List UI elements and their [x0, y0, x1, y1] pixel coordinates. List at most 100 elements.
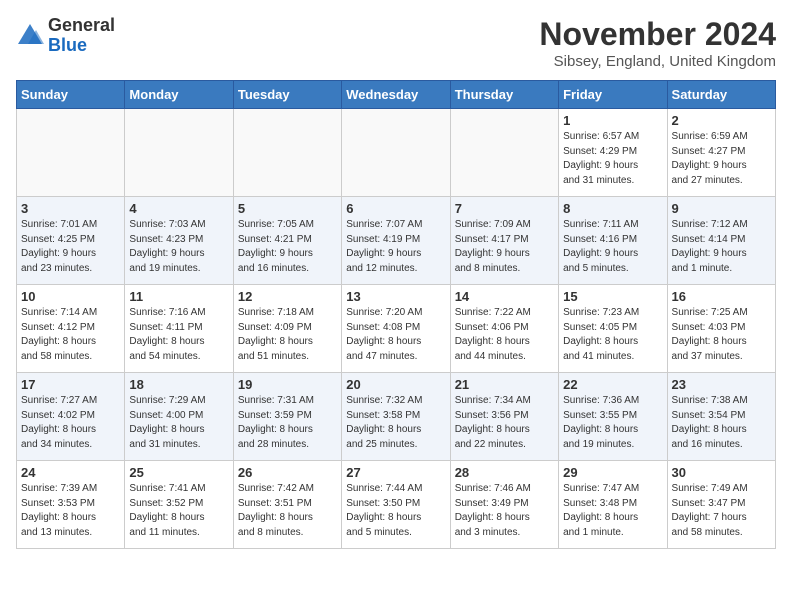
calendar-cell: 7 Sunrise: 7:09 AM Sunset: 4:17 PM Daylig… [450, 197, 558, 285]
day-info: Sunrise: 7:16 AM Sunset: 4:11 PM Dayligh… [129, 306, 228, 364]
location: Sibsey, England, United Kingdom [539, 53, 776, 70]
day-number: 6 [346, 201, 445, 216]
day-info: Sunrise: 7:14 AM Sunset: 4:12 PM Dayligh… [21, 306, 120, 364]
calendar-table: SundayMondayTuesdayWednesdayThursdayFrid… [16, 80, 776, 549]
day-info: Sunrise: 7:22 AM Sunset: 4:06 PM Dayligh… [455, 306, 554, 364]
day-number: 25 [129, 465, 228, 480]
day-info: Sunrise: 6:57 AM Sunset: 4:29 PM Dayligh… [563, 130, 662, 188]
calendar-cell: 10 Sunrise: 7:14 AM Sunset: 4:12 PM Dayli… [17, 285, 125, 373]
day-info: Sunrise: 7:31 AM Sunset: 3:59 PM Dayligh… [238, 394, 337, 452]
calendar-cell [450, 109, 558, 197]
day-number: 9 [672, 201, 771, 216]
calendar-cell: 28Sunrise: 7:46 AM Sunset: 3:49 PM Dayli… [450, 461, 558, 549]
calendar-cell: 19 Sunrise: 7:31 AM Sunset: 3:59 PM Dayli… [233, 373, 341, 461]
day-info: Sunrise: 7:23 AM Sunset: 4:05 PM Dayligh… [563, 306, 662, 364]
calendar-cell: 22 Sunrise: 7:36 AM Sunset: 3:55 PM Dayli… [559, 373, 667, 461]
calendar-cell: 5 Sunrise: 7:05 AM Sunset: 4:21 PM Daylig… [233, 197, 341, 285]
day-info: Sunrise: 7:03 AM Sunset: 4:23 PM Dayligh… [129, 218, 228, 276]
day-number: 30 [672, 465, 771, 480]
calendar-cell: 29Sunrise: 7:47 AM Sunset: 3:48 PM Dayli… [559, 461, 667, 549]
day-number: 15 [563, 289, 662, 304]
day-info: Sunrise: 7:42 AM Sunset: 3:51 PM Dayligh… [238, 482, 337, 540]
day-number: 24 [21, 465, 120, 480]
day-number: 10 [21, 289, 120, 304]
day-info: Sunrise: 6:59 AM Sunset: 4:27 PM Dayligh… [672, 130, 771, 188]
calendar-cell: 23Sunrise: 7:38 AM Sunset: 3:54 PM Dayli… [667, 373, 775, 461]
day-number: 7 [455, 201, 554, 216]
calendar-cell: 16Sunrise: 7:25 AM Sunset: 4:03 PM Dayli… [667, 285, 775, 373]
month-title: November 2024 [539, 16, 776, 53]
day-info: Sunrise: 7:09 AM Sunset: 4:17 PM Dayligh… [455, 218, 554, 276]
title-block: November 2024 Sibsey, England, United Ki… [539, 16, 776, 70]
day-number: 20 [346, 377, 445, 392]
column-header-sunday: Sunday [17, 81, 125, 109]
calendar-cell: 8 Sunrise: 7:11 AM Sunset: 4:16 PM Daylig… [559, 197, 667, 285]
day-info: Sunrise: 7:27 AM Sunset: 4:02 PM Dayligh… [21, 394, 120, 452]
logo: General Blue [16, 16, 115, 56]
calendar-week-4: 17Sunrise: 7:27 AM Sunset: 4:02 PM Dayli… [17, 373, 776, 461]
calendar-cell: 11 Sunrise: 7:16 AM Sunset: 4:11 PM Dayli… [125, 285, 233, 373]
column-header-friday: Friday [559, 81, 667, 109]
calendar-week-5: 24 Sunrise: 7:39 AM Sunset: 3:53 PM Dayli… [17, 461, 776, 549]
calendar-week-2: 3 Sunrise: 7:01 AM Sunset: 4:25 PM Daylig… [17, 197, 776, 285]
day-number: 11 [129, 289, 228, 304]
day-info: Sunrise: 7:47 AM Sunset: 3:48 PM Dayligh… [563, 482, 662, 540]
calendar-cell: 1Sunrise: 6:57 AM Sunset: 4:29 PM Daylig… [559, 109, 667, 197]
day-number: 4 [129, 201, 228, 216]
day-info: Sunrise: 7:44 AM Sunset: 3:50 PM Dayligh… [346, 482, 445, 540]
calendar-cell: 6 Sunrise: 7:07 AM Sunset: 4:19 PM Daylig… [342, 197, 450, 285]
day-info: Sunrise: 7:41 AM Sunset: 3:52 PM Dayligh… [129, 482, 228, 540]
calendar-cell: 18 Sunrise: 7:29 AM Sunset: 4:00 PM Dayli… [125, 373, 233, 461]
calendar-cell: 30Sunrise: 7:49 AM Sunset: 3:47 PM Dayli… [667, 461, 775, 549]
calendar-cell [233, 109, 341, 197]
day-info: Sunrise: 7:39 AM Sunset: 3:53 PM Dayligh… [21, 482, 120, 540]
day-info: Sunrise: 7:05 AM Sunset: 4:21 PM Dayligh… [238, 218, 337, 276]
page-header: General Blue November 2024 Sibsey, Engla… [16, 16, 776, 70]
day-number: 19 [238, 377, 337, 392]
calendar-cell [342, 109, 450, 197]
day-number: 16 [672, 289, 771, 304]
day-number: 13 [346, 289, 445, 304]
calendar-cell: 9 Sunrise: 7:12 AM Sunset: 4:14 PM Daylig… [667, 197, 775, 285]
day-number: 2 [672, 113, 771, 128]
column-header-thursday: Thursday [450, 81, 558, 109]
day-info: Sunrise: 7:32 AM Sunset: 3:58 PM Dayligh… [346, 394, 445, 452]
day-info: Sunrise: 7:01 AM Sunset: 4:25 PM Dayligh… [21, 218, 120, 276]
day-info: Sunrise: 7:29 AM Sunset: 4:00 PM Dayligh… [129, 394, 228, 452]
day-number: 18 [129, 377, 228, 392]
day-number: 8 [563, 201, 662, 216]
day-number: 5 [238, 201, 337, 216]
day-info: Sunrise: 7:34 AM Sunset: 3:56 PM Dayligh… [455, 394, 554, 452]
column-header-monday: Monday [125, 81, 233, 109]
calendar-week-1: 1Sunrise: 6:57 AM Sunset: 4:29 PM Daylig… [17, 109, 776, 197]
day-number: 27 [346, 465, 445, 480]
day-number: 28 [455, 465, 554, 480]
column-header-saturday: Saturday [667, 81, 775, 109]
logo-icon [16, 22, 44, 50]
calendar-cell: 2 Sunrise: 6:59 AM Sunset: 4:27 PM Daylig… [667, 109, 775, 197]
calendar-cell: 12 Sunrise: 7:18 AM Sunset: 4:09 PM Dayli… [233, 285, 341, 373]
day-info: Sunrise: 7:07 AM Sunset: 4:19 PM Dayligh… [346, 218, 445, 276]
calendar-cell: 21 Sunrise: 7:34 AM Sunset: 3:56 PM Dayli… [450, 373, 558, 461]
day-info: Sunrise: 7:20 AM Sunset: 4:08 PM Dayligh… [346, 306, 445, 364]
calendar-cell: 20 Sunrise: 7:32 AM Sunset: 3:58 PM Dayli… [342, 373, 450, 461]
day-number: 23 [672, 377, 771, 392]
column-header-wednesday: Wednesday [342, 81, 450, 109]
column-header-tuesday: Tuesday [233, 81, 341, 109]
day-number: 14 [455, 289, 554, 304]
day-number: 12 [238, 289, 337, 304]
day-info: Sunrise: 7:11 AM Sunset: 4:16 PM Dayligh… [563, 218, 662, 276]
day-number: 21 [455, 377, 554, 392]
day-info: Sunrise: 7:18 AM Sunset: 4:09 PM Dayligh… [238, 306, 337, 364]
calendar-cell [17, 109, 125, 197]
day-info: Sunrise: 7:36 AM Sunset: 3:55 PM Dayligh… [563, 394, 662, 452]
day-number: 22 [563, 377, 662, 392]
calendar-cell: 13 Sunrise: 7:20 AM Sunset: 4:08 PM Dayli… [342, 285, 450, 373]
calendar-cell: 4 Sunrise: 7:03 AM Sunset: 4:23 PM Daylig… [125, 197, 233, 285]
calendar-cell: 27 Sunrise: 7:44 AM Sunset: 3:50 PM Dayli… [342, 461, 450, 549]
logo-text: General Blue [48, 16, 115, 56]
calendar-cell: 3 Sunrise: 7:01 AM Sunset: 4:25 PM Daylig… [17, 197, 125, 285]
day-info: Sunrise: 7:12 AM Sunset: 4:14 PM Dayligh… [672, 218, 771, 276]
day-number: 3 [21, 201, 120, 216]
calendar-cell [125, 109, 233, 197]
